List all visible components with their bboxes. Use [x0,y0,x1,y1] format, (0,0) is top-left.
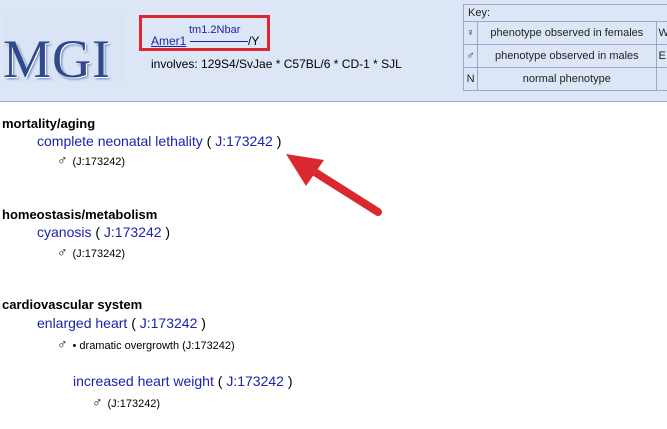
close-paren: ) [287,373,293,389]
phenotype-term-row: complete neonatal lethality ( J:173242 ) [37,133,281,149]
note-text: (J:173242) [72,156,126,168]
allele-suffix: /Y [248,34,260,48]
key-row-male: ♂ phenotype observed in males E [462,44,667,68]
strain-involves: involves: 129S4/SvJae * C57BL/6 * CD-1 *… [151,57,402,71]
phenotype-term-row: enlarged heart ( J:173242 ) [37,315,206,331]
phenotype-subterm-row: increased heart weight ( J:173242 ) [73,373,293,389]
close-paren: ) [276,133,282,149]
phenotype-note: ♂ (J:173242) [92,394,160,410]
gene-link[interactable]: Amer1 [151,34,186,48]
phenotype-note: ♂ (J:173242) [57,244,125,260]
key-female-desc: phenotype observed in females [477,21,657,45]
section-heading-mortality: mortality/aging [2,116,96,131]
section-heading-cardiovascular: cardiovascular system [2,297,143,312]
open-paren: ( [131,315,136,331]
phenotype-term-link[interactable]: increased heart weight [73,373,214,389]
key-table: Key: ♀ phenotype observed in females W ♂… [462,4,667,91]
key-male-desc: phenotype observed in males [477,44,657,68]
phenotype-term-row: cyanosis ( J:173242 ) [37,224,170,240]
open-paren: ( [95,224,101,240]
close-paren: ) [165,224,171,240]
note-text: • dramatic overgrowth (J:173242) [72,340,235,352]
open-paren: ( [217,373,223,389]
phenotype-note: ♂ • dramatic overgrowth (J:173242) [57,336,235,352]
phenotype-term-link[interactable]: cyanosis [37,224,91,240]
allele-divider [190,41,248,42]
key-normal-extra [655,67,667,91]
key-title: Key: [463,4,667,22]
open-paren: ( [206,133,212,149]
logo-text: MGI [3,29,111,89]
key-row-normal: N normal phenotype [462,67,667,91]
female-symbol-icon: ♀ [462,21,479,45]
close-paren: ) [201,315,206,331]
reference-link[interactable]: J:173242 [226,373,284,389]
key-row-female: ♀ phenotype observed in females W [462,21,667,45]
annotation-arrow-icon [286,154,382,216]
header-bar: MGI tm1.2Nbar Amer1 /Y involves: 129S4/S… [0,0,667,102]
reference-link[interactable]: J:173242 [215,133,273,149]
phenotype-note: ♂ (J:173242) [57,152,125,168]
mgi-logo[interactable]: MGI [3,10,125,86]
male-symbol-icon: ♂ [57,152,68,168]
section-heading-homeostasis: homeostasis/metabolism [2,207,158,222]
reference-link[interactable]: J:173242 [140,315,198,331]
normal-symbol: N [462,67,479,91]
key-female-extra: W [655,21,667,45]
note-text: (J:173242) [72,248,126,260]
reference-link[interactable]: J:173242 [104,224,162,240]
male-symbol-icon: ♂ [57,244,68,260]
male-symbol-icon: ♂ [57,336,68,352]
key-normal-desc: normal phenotype [477,67,657,91]
phenotype-term-link[interactable]: enlarged heart [37,315,127,331]
note-text: (J:173242) [107,398,161,410]
male-symbol-icon: ♂ [462,44,479,68]
allele-superscript[interactable]: tm1.2Nbar [189,24,240,36]
male-symbol-icon: ♂ [92,394,103,410]
key-male-extra: E [655,44,667,68]
phenotype-term-link[interactable]: complete neonatal lethality [37,133,203,149]
